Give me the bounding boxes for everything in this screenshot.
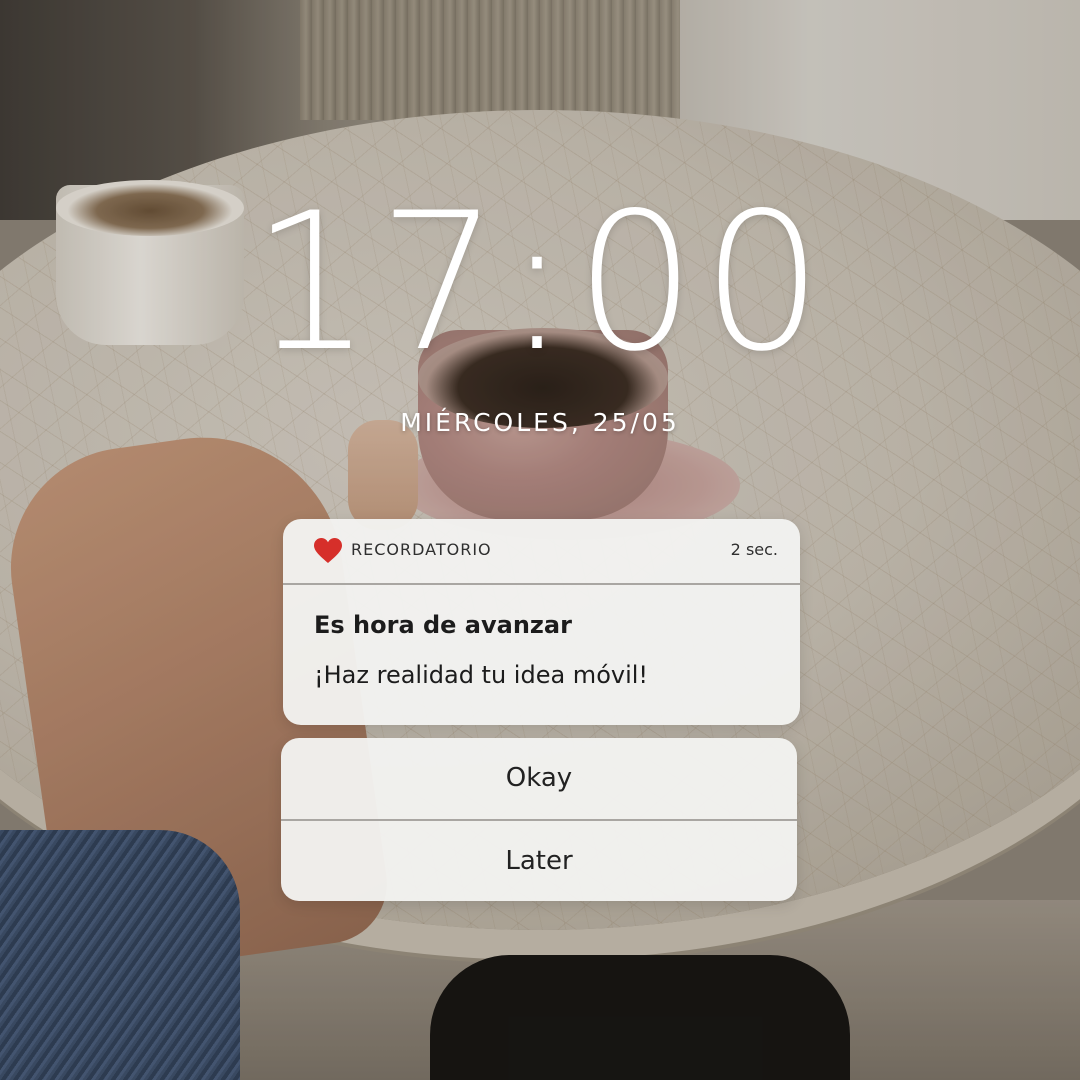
lock-screen-date: MIÉRCOLES, 25/05 <box>400 408 680 437</box>
later-button[interactable]: Later <box>281 821 797 901</box>
notification-timestamp: 2 sec. <box>730 540 778 559</box>
notification-title: Es hora de avanzar <box>314 611 572 639</box>
notification-actions: Okay Later <box>281 738 797 901</box>
lock-screen-clock: 17:00 <box>251 172 829 393</box>
notification-header: RECORDATORIO 2 sec. <box>283 519 800 585</box>
notification-app-name: RECORDATORIO <box>351 540 492 559</box>
heart-icon <box>314 538 342 563</box>
okay-button[interactable]: Okay <box>281 738 797 819</box>
notification-body: ¡Haz realidad tu idea móvil! <box>314 661 649 689</box>
notification-card[interactable]: RECORDATORIO 2 sec. Es hora de avanzar ¡… <box>283 519 800 725</box>
lock-screen: 17:00 MIÉRCOLES, 25/05 RECORDATORIO 2 se… <box>0 0 1080 1080</box>
